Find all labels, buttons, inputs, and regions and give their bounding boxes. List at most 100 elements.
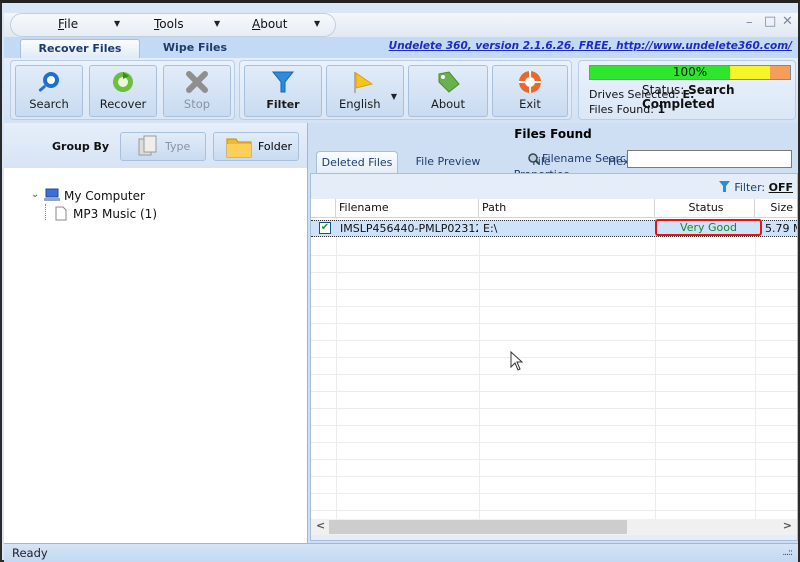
table-header: Filename Path Status Size: [311, 199, 797, 218]
tab-wipe-files[interactable]: Wipe Files: [140, 39, 250, 58]
cell-filename: IMSLP456440-PMLP02312-...: [340, 222, 478, 235]
file-icon: [55, 206, 67, 221]
maximize-icon[interactable]: □: [764, 14, 776, 29]
search-button[interactable]: Search: [15, 65, 83, 117]
scroll-right-icon[interactable]: >: [783, 519, 792, 532]
computer-icon: [44, 188, 60, 201]
tools-dropdown-icon[interactable]: ▼: [214, 19, 220, 28]
col-filename[interactable]: Filename: [336, 199, 479, 218]
filter-button[interactable]: Filter: [244, 65, 322, 117]
tag-icon: [438, 71, 460, 93]
horizontal-scrollbar[interactable]: < >: [311, 519, 797, 535]
cell-size: 5.79 M: [765, 222, 797, 235]
group-by-folder-button[interactable]: Folder: [213, 132, 299, 161]
col-checkbox[interactable]: [311, 199, 336, 218]
collapse-chevron-icon[interactable]: ⌄: [31, 189, 39, 200]
files-found-pane: Files Found Deleted Files File Preview F…: [307, 123, 798, 543]
grid-hline: [311, 459, 797, 460]
stop-icon: [186, 71, 208, 93]
status-panel: 100% Drives Selected: E: Status: Search …: [578, 60, 796, 120]
magnifier-icon: [528, 153, 540, 165]
exit-icon: [519, 71, 541, 93]
tree-node-my-computer[interactable]: My Computer: [64, 189, 145, 203]
about-dropdown-icon[interactable]: ▼: [314, 19, 320, 28]
version-link[interactable]: Undelete 360, version 2.1.6.26, FREE, ht…: [389, 40, 792, 52]
ribbon-toolbar: Search Recover Stop Filter English ▼ Abo…: [4, 58, 798, 123]
menu-file[interactable]: File: [58, 17, 78, 31]
grid-hline: [311, 442, 797, 443]
folder-icon: [226, 138, 252, 158]
menu-tools[interactable]: Tools: [154, 17, 184, 31]
funnel-icon: [718, 181, 730, 192]
flag-icon: [354, 72, 374, 93]
recover-button[interactable]: Recover: [89, 65, 157, 117]
deleted-files-panel: Filter: OFF Filename Path Status Size ✔ …: [310, 173, 798, 541]
minimize-icon[interactable]: –: [746, 15, 753, 30]
grid-hline: [311, 357, 797, 358]
grid-hline: [311, 425, 797, 426]
grid-hline: [311, 493, 797, 494]
app-window: File ▼ Tools ▼ About ▼ – □ ✕ Recover Fil…: [0, 0, 800, 562]
search-icon: [38, 72, 59, 92]
col-size[interactable]: Size: [755, 199, 797, 218]
about-button[interactable]: About: [408, 65, 488, 117]
menu-bar: File ▼ Tools ▼ About ▼ – □ ✕: [4, 13, 798, 37]
action-group: Search Recover Stop: [10, 60, 235, 120]
main-tabs: Recover Files Wipe Files Undelete 360, v…: [4, 37, 798, 58]
grid-hline: [311, 255, 797, 256]
group-by-type-button[interactable]: Type: [120, 132, 206, 161]
tab-file-preview[interactable]: File Preview: [408, 151, 488, 173]
exit-button[interactable]: Exit: [492, 65, 568, 117]
tab-recover-files[interactable]: Recover Files: [20, 39, 140, 58]
stop-button[interactable]: Stop: [163, 65, 231, 117]
filename-search-input[interactable]: [627, 150, 792, 168]
table-row[interactable]: ✔ IMSLP456440-PMLP02312-... E:\ Very Goo…: [311, 219, 797, 237]
grid-hline: [311, 289, 797, 290]
scrollbar-thumb[interactable]: [329, 520, 627, 534]
col-status[interactable]: Status: [655, 199, 755, 218]
grid-vline: [655, 218, 656, 519]
grid-hline: [311, 340, 797, 341]
cell-status: Very Good: [655, 219, 762, 236]
grid-hline: [311, 306, 797, 307]
documents-icon: [138, 135, 157, 156]
mouse-cursor-icon: [510, 351, 524, 371]
row-checkbox[interactable]: ✔: [319, 222, 331, 234]
recover-icon: [113, 72, 133, 92]
group-by-label: Group By: [52, 140, 110, 153]
grid-vline: [479, 218, 480, 519]
menu-about[interactable]: About: [252, 17, 288, 31]
grid-hline: [311, 374, 797, 375]
close-icon[interactable]: ✕: [782, 14, 793, 29]
files-found-count: Files Found: 1: [589, 103, 666, 116]
funnel-icon: [271, 71, 295, 93]
resize-grip-icon[interactable]: ...::: [782, 548, 793, 558]
filename-search-label: Filename Search:: [542, 152, 637, 165]
filter-toggle[interactable]: Filter: OFF: [718, 180, 793, 194]
grid-hline: [311, 476, 797, 477]
files-found-title: Files Found: [514, 127, 592, 141]
grid-hline: [311, 510, 797, 511]
file-dropdown-icon[interactable]: ▼: [114, 19, 120, 28]
grid-hline: [311, 323, 797, 324]
grid-hline: [311, 272, 797, 273]
col-path[interactable]: Path: [479, 199, 655, 218]
status-bar: Ready ...::: [4, 543, 798, 562]
language-dropdown-icon[interactable]: ▼: [391, 92, 397, 101]
left-pane: Group By Type Folder ⌄ My Computer MP3 M…: [4, 123, 307, 543]
search-progress-bar: 100%: [589, 65, 791, 80]
cell-path: E:\: [483, 222, 498, 235]
files-table: Filename Path Status Size ✔ IMSLP456440-…: [311, 199, 797, 519]
scroll-left-icon[interactable]: <: [316, 519, 325, 532]
grid-hline: [311, 408, 797, 409]
language-button[interactable]: English ▼: [326, 65, 404, 117]
grid-vline: [755, 218, 756, 519]
group-by-bar: Group By Type Folder: [4, 123, 307, 168]
settings-group: Filter English ▼ About Exit: [239, 60, 572, 120]
grid-vline: [336, 218, 337, 519]
tree-connector: [45, 204, 46, 220]
tree-node-mp3-music[interactable]: MP3 Music (1): [73, 207, 157, 221]
tab-deleted-files[interactable]: Deleted Files: [316, 151, 398, 173]
grid-hline: [311, 391, 797, 392]
status-text: Ready: [12, 546, 48, 560]
